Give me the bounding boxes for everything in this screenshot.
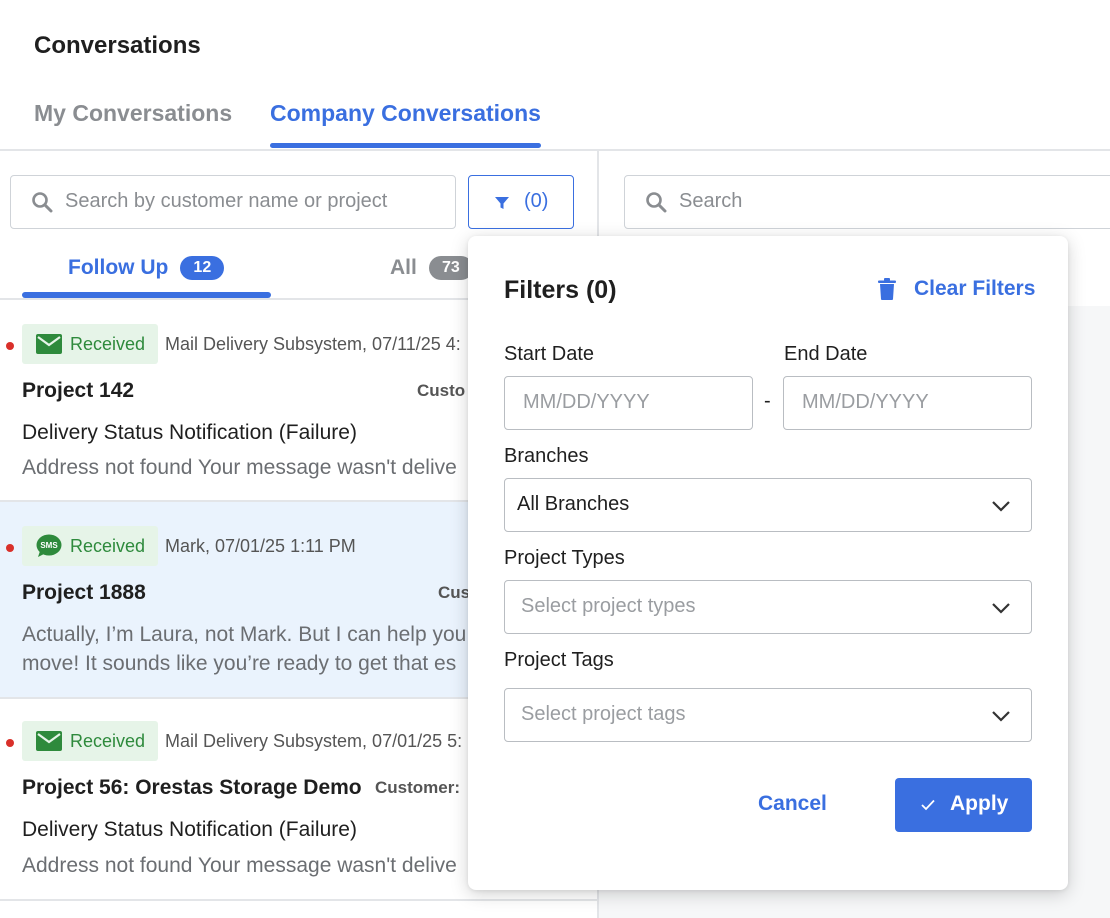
status-label: Received <box>70 731 146 751</box>
main-tabs: My Conversations Company Conversations <box>0 96 1110 151</box>
project-name: Project 1888 <box>22 581 146 604</box>
conversations-page: Conversations My Conversations Company C… <box>0 0 1110 918</box>
search-placeholder: Search <box>679 190 743 212</box>
conversation-search-input[interactable]: Search by customer name or project <box>10 175 456 229</box>
chevron-down-icon <box>992 501 1010 512</box>
status-badge: SMS Received <box>22 526 158 566</box>
customer-label: Custo <box>417 381 466 400</box>
status-label: Received <box>70 334 146 354</box>
message-preview-line-1: Actually, I’m Laura, not Mark. But I can… <box>22 623 467 646</box>
tab-label: All <box>390 256 417 279</box>
apply-button[interactable]: Apply <box>895 778 1032 832</box>
tab-label: Follow Up <box>68 256 169 279</box>
date-placeholder: MM/DD/YYYY <box>523 391 650 413</box>
sender-timestamp: Mail Delivery Subsystem, 07/11/25 4: <box>165 334 461 354</box>
clear-filters-button[interactable]: Clear Filters <box>878 277 1035 301</box>
status-label: Received <box>70 536 146 556</box>
unread-dot <box>6 739 14 747</box>
project-tags-placeholder: Select project tags <box>521 703 686 725</box>
date-separator: - <box>764 390 771 412</box>
message-preview: Address not found Your message wasn't de… <box>22 854 457 877</box>
tab-all[interactable]: All 73 <box>390 256 473 280</box>
start-date-field[interactable]: MM/DD/YYYY <box>504 376 753 430</box>
tab-company-conversations[interactable]: Company Conversations <box>270 100 541 148</box>
unread-dot <box>6 342 14 350</box>
sms-icon: SMS <box>36 534 62 557</box>
search-icon <box>32 192 53 213</box>
sender-timestamp: Mail Delivery Subsystem, 07/01/25 5: <box>165 731 463 751</box>
search-icon <box>646 192 667 213</box>
end-date-field[interactable]: MM/DD/YYYY <box>783 376 1032 430</box>
project-name: Project 142 <box>22 379 135 402</box>
project-name: Project 56: Orestas Storage Demo <box>22 776 362 799</box>
chevron-down-icon <box>992 711 1010 722</box>
message-preview-line-2: move! It sounds like you’re ready to get… <box>22 652 457 675</box>
envelope-icon <box>36 731 62 751</box>
branches-label: Branches <box>504 445 589 467</box>
clear-filters-label: Clear Filters <box>914 277 1036 300</box>
status-badge: Received <box>22 721 158 761</box>
apply-label: Apply <box>950 792 1009 815</box>
unread-dot <box>6 544 14 552</box>
message-subject: Delivery Status Notification (Failure) <box>22 818 357 841</box>
funnel-icon <box>495 197 509 209</box>
branches-value: All Branches <box>517 493 630 515</box>
filters-title: Filters (0) <box>504 276 617 304</box>
start-date-label: Start Date <box>504 343 595 365</box>
trash-icon <box>878 278 896 300</box>
date-placeholder: MM/DD/YYYY <box>802 391 929 413</box>
envelope-icon <box>36 334 62 354</box>
cancel-button[interactable]: Cancel <box>758 792 827 816</box>
project-types-placeholder: Select project types <box>521 595 696 617</box>
customer-label: Customer: <box>375 778 461 797</box>
tab-follow-up[interactable]: Follow Up 12 <box>68 256 225 280</box>
check-icon <box>921 799 935 811</box>
message-search-input[interactable]: Search <box>624 175 1110 229</box>
filter-button[interactable]: (0) <box>468 175 574 229</box>
page-title: Conversations <box>34 32 201 59</box>
chevron-down-icon <box>992 603 1010 614</box>
search-placeholder: Search by customer name or project <box>65 190 388 212</box>
project-tags-label: Project Tags <box>504 649 614 671</box>
branches-select[interactable]: All Branches <box>504 478 1032 532</box>
customer-label: Cus <box>438 583 471 602</box>
tab-my-conversations[interactable]: My Conversations <box>34 100 232 127</box>
end-date-label: End Date <box>784 343 868 365</box>
active-tab-indicator <box>22 292 271 298</box>
project-types-select[interactable]: Select project types <box>504 580 1032 634</box>
count-badge: 73 <box>428 256 473 280</box>
count-badge: 12 <box>180 256 225 280</box>
status-badge: Received <box>22 324 158 364</box>
message-preview: Address not found Your message wasn't de… <box>22 456 457 479</box>
filter-count: (0) <box>524 190 549 212</box>
svg-text:SMS: SMS <box>40 541 58 550</box>
sender-timestamp: Mark, 07/01/25 1:11 PM <box>165 536 356 556</box>
project-tags-select[interactable]: Select project tags <box>504 688 1032 742</box>
filters-panel: Filters (0) Clear Filters Start Date End… <box>468 236 1068 890</box>
project-types-label: Project Types <box>504 547 625 569</box>
message-subject: Delivery Status Notification (Failure) <box>22 421 357 444</box>
